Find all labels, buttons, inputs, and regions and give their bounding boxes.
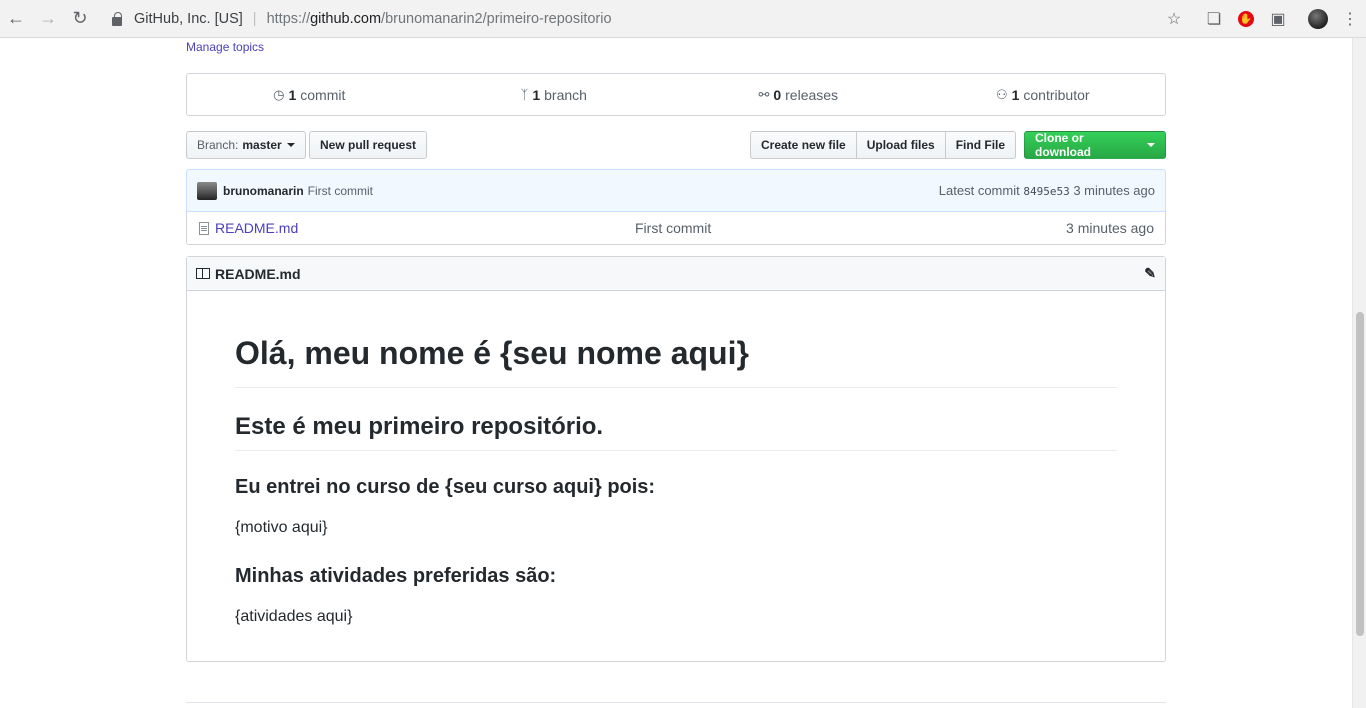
scrollbar-thumb[interactable]	[1356, 312, 1364, 636]
clone-label: Clone or download	[1035, 131, 1091, 159]
new-pull-request-button[interactable]: New pull request	[309, 131, 428, 159]
file-age: 3 minutes ago	[1066, 220, 1154, 236]
readme-body: Olá, meu nome é {seu nome aqui} Este é m…	[187, 291, 1165, 629]
file-commit-message[interactable]: First commit	[635, 220, 711, 236]
contributor-label: contributor	[1023, 86, 1090, 103]
branch-name: master	[242, 138, 282, 152]
readme-header: README.md ✎	[187, 257, 1165, 291]
extension-tabs-icon[interactable]: ❏	[1198, 0, 1230, 38]
book-icon	[196, 268, 210, 279]
reload-icon[interactable]: ↻	[64, 0, 96, 38]
upload-files-button[interactable]: Upload files	[855, 131, 946, 159]
commit-age: 3 minutes ago	[1073, 183, 1155, 198]
url-scheme: https://	[266, 11, 311, 27]
release-count: 0	[773, 86, 782, 103]
camera-icon[interactable]: ▣	[1262, 0, 1294, 38]
readme-heading-3a: Eu entrei no curso de {seu curso aqui} p…	[235, 476, 656, 498]
branch-count: 1	[532, 86, 541, 103]
repo-summary: ◷ 1 commit ᛉ 1 branch ⚯ 0 releases ⚇ 1 c…	[186, 73, 1166, 116]
page-scrollbar[interactable]	[1352, 38, 1366, 708]
commit-sha[interactable]: 8495e53	[1023, 185, 1069, 198]
back-icon[interactable]: ←	[0, 0, 32, 38]
latest-commit-bar: brunomanarin First commit Latest commit …	[186, 169, 1166, 212]
url-path: /brunomanarin2/primeiro-repositorio	[381, 11, 612, 27]
lock-icon	[112, 11, 122, 26]
summary-releases[interactable]: ⚯ 0 releases	[676, 74, 921, 115]
browser-toolbar: ← → ↻ GitHub, Inc. [US] | https://github…	[0, 0, 1366, 38]
manage-topics-link[interactable]: Manage topics	[186, 40, 264, 54]
summary-contributors[interactable]: ⚇ 1 contributor	[921, 74, 1166, 115]
latest-commit-info: Latest commit 8495e53 3 minutes ago	[939, 183, 1155, 198]
history-icon: ◷	[273, 86, 285, 102]
caret-down-icon	[1147, 143, 1155, 147]
readme-paragraph-1: {motivo aqui}	[235, 519, 328, 536]
commit-message[interactable]: First commit	[308, 184, 373, 198]
branch-prefix: Branch:	[197, 138, 239, 152]
readme-heading-2: Este é meu primeiro repositório.	[235, 388, 1117, 451]
file-list: README.md First commit 3 minutes ago	[186, 212, 1166, 245]
commit-count: 1	[288, 86, 297, 103]
summary-branches[interactable]: ᛉ 1 branch	[432, 74, 677, 115]
commit-label: commit	[300, 86, 346, 103]
url-host: github.com	[310, 11, 382, 27]
extension-stop-icon[interactable]: ✋	[1230, 0, 1262, 38]
readme-heading-1: Olá, meu nome é {seu nome aqui}	[235, 291, 1117, 388]
site-identity: GitHub, Inc. [US]	[134, 11, 243, 27]
address-bar[interactable]: GitHub, Inc. [US] | https://github.com/b…	[112, 0, 612, 38]
author-avatar[interactable]	[197, 181, 217, 200]
profile-avatar[interactable]	[1302, 0, 1334, 38]
summary-commits[interactable]: ◷ 1 commit	[187, 74, 432, 115]
readme-title: README.md	[215, 265, 301, 282]
clone-or-download-button[interactable]: Clone or download	[1024, 131, 1166, 159]
commit-author[interactable]: brunomanarin	[223, 184, 304, 198]
tag-icon: ⚯	[758, 86, 770, 102]
latest-commit-label: Latest commit	[938, 183, 1020, 198]
branch-select-button[interactable]: Branch: master	[186, 131, 306, 159]
branch-label: branch	[544, 86, 587, 103]
create-new-file-button[interactable]: Create new file	[750, 131, 857, 159]
file-icon	[199, 221, 209, 235]
pencil-edit-icon[interactable]: ✎	[1144, 265, 1156, 282]
find-file-button[interactable]: Find File	[944, 131, 1017, 159]
people-icon: ⚇	[995, 86, 1008, 102]
branch-icon: ᛉ	[520, 87, 529, 102]
menu-kebab-icon[interactable]: ⋮	[1334, 0, 1366, 38]
file-name-link[interactable]: README.md	[215, 220, 595, 236]
contributor-count: 1	[1011, 86, 1020, 103]
manage-topics-row: Manage topics	[186, 40, 1166, 54]
readme-heading-3b: Minhas atividades preferidas são:	[235, 565, 557, 587]
caret-down-icon	[286, 143, 295, 147]
address-separator: |	[252, 11, 257, 27]
release-label: releases	[785, 86, 839, 103]
bookmark-star-icon[interactable]: ☆	[1158, 0, 1190, 38]
file-actions-group: Create new file Upload files Find File	[750, 131, 1017, 159]
footer-divider	[186, 702, 1166, 703]
page-content: Manage topics ◷ 1 commit ᛉ 1 branch ⚯ 0 …	[0, 38, 1352, 708]
forward-icon[interactable]: →	[32, 0, 64, 38]
readme-box: README.md ✎ Olá, meu nome é {seu nome aq…	[186, 256, 1166, 662]
readme-paragraph-2: {atividades aqui}	[235, 608, 353, 625]
file-navigation: Branch: master New pull request Create n…	[186, 131, 1166, 159]
